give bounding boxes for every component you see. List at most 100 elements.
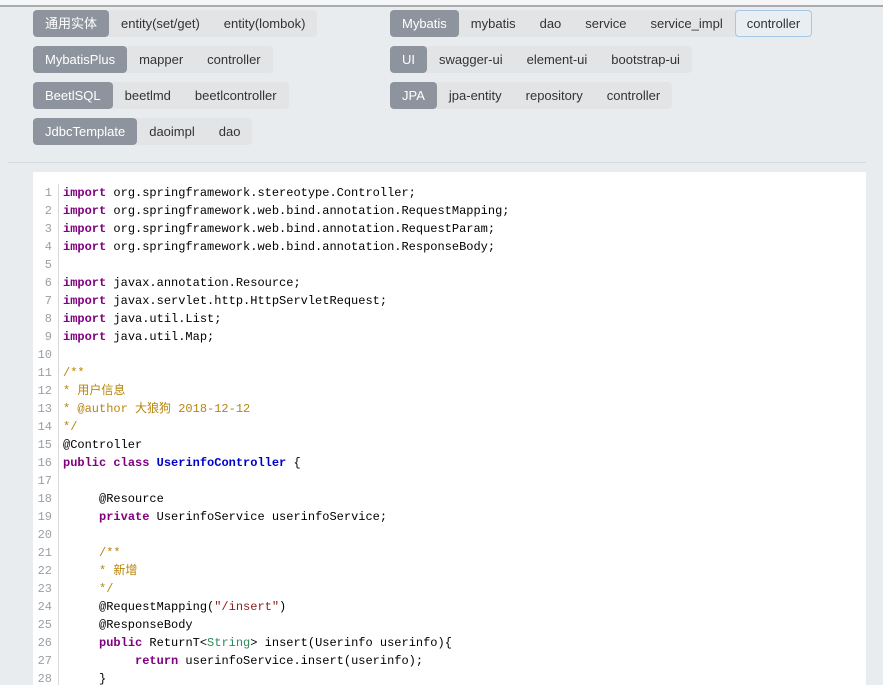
toolbar-right-column: Mybatismybatisdaoserviceservice_implcont… bbox=[390, 10, 883, 154]
code-line: 1import org.springframework.stereotype.C… bbox=[33, 184, 866, 202]
code-token: import bbox=[63, 330, 106, 344]
code-token: org.springframework.web.bind.annotation.… bbox=[106, 240, 495, 254]
code-token: */ bbox=[63, 582, 113, 596]
code-line: 5 bbox=[33, 256, 866, 274]
line-number: 16 bbox=[33, 454, 59, 472]
code-token: { bbox=[286, 456, 300, 470]
template-button-jdbctemplate-dao[interactable]: dao bbox=[207, 118, 253, 145]
template-button-jdbctemplate-daoimpl[interactable]: daoimpl bbox=[137, 118, 207, 145]
code-text bbox=[59, 256, 63, 274]
code-text bbox=[59, 472, 63, 490]
code-line: 17 bbox=[33, 472, 866, 490]
code-line: 23 */ bbox=[33, 580, 866, 598]
line-number: 13 bbox=[33, 400, 59, 418]
code-text: import javax.servlet.http.HttpServletReq… bbox=[59, 292, 387, 310]
code-generator-app: 通用实体entity(set/get)entity(lombok) Mybatis… bbox=[0, 0, 883, 685]
line-number: 22 bbox=[33, 562, 59, 580]
code-text bbox=[59, 526, 63, 544]
code-line: 8import java.util.List; bbox=[33, 310, 866, 328]
code-line: 2import org.springframework.web.bind.ann… bbox=[33, 202, 866, 220]
code-line: 7import javax.servlet.http.HttpServletRe… bbox=[33, 292, 866, 310]
template-button-ui-element-ui[interactable]: element-ui bbox=[515, 46, 600, 73]
group-label-mybatis: Mybatis bbox=[390, 10, 459, 37]
template-button-mybatis-service-impl[interactable]: service_impl bbox=[638, 10, 734, 37]
code-token: import bbox=[63, 222, 106, 236]
code-token: UserinfoService userinfoService; bbox=[149, 510, 387, 524]
template-button-mybatis-mybatis[interactable]: mybatis bbox=[459, 10, 528, 37]
code-text: public class UserinfoController { bbox=[59, 454, 301, 472]
code-line: 13 * @author 大狼狗 2018-12-12 bbox=[33, 400, 866, 418]
code-token: import bbox=[63, 276, 106, 290]
group-label-item: 通用实体 bbox=[33, 10, 109, 37]
group-items-jpa: jpa-entityrepositorycontroller bbox=[433, 82, 672, 109]
template-button-ui-swagger-ui[interactable]: swagger-ui bbox=[427, 46, 515, 73]
template-button-item-entity-lombok[interactable]: entity(lombok) bbox=[212, 10, 318, 37]
code-token: public bbox=[63, 456, 106, 470]
line-number: 21 bbox=[33, 544, 59, 562]
group-label-ui: UI bbox=[390, 46, 427, 73]
code-text: */ bbox=[59, 580, 113, 598]
code-token: org.springframework.stereotype.Controlle… bbox=[106, 186, 416, 200]
code-token bbox=[63, 636, 99, 650]
template-button-ui-bootstrap-ui[interactable]: bootstrap-ui bbox=[599, 46, 692, 73]
code-token: java.util.List; bbox=[106, 312, 221, 326]
code-token: @ResponseBody bbox=[63, 618, 193, 632]
code-token: import bbox=[63, 294, 106, 308]
code-line: 3import org.springframework.web.bind.ann… bbox=[33, 220, 866, 238]
code-text: @Resource bbox=[59, 490, 164, 508]
toolbar-separator bbox=[8, 162, 866, 163]
group-label-mybatisplus: MybatisPlus bbox=[33, 46, 127, 73]
code-token: java.util.Map; bbox=[106, 330, 214, 344]
group-items-item: entity(set/get)entity(lombok) bbox=[105, 10, 317, 37]
code-token: @RequestMapping( bbox=[63, 600, 214, 614]
line-number: 6 bbox=[33, 274, 59, 292]
line-number: 7 bbox=[33, 292, 59, 310]
code-line: 14*/ bbox=[33, 418, 866, 436]
code-text: * @author 大狼狗 2018-12-12 bbox=[59, 400, 250, 418]
line-number: 19 bbox=[33, 508, 59, 526]
template-button-mybatisplus-controller[interactable]: controller bbox=[195, 46, 272, 73]
template-button-beetlsql-beetlmd[interactable]: beetlmd bbox=[113, 82, 183, 109]
template-button-jpa-jpa-entity[interactable]: jpa-entity bbox=[437, 82, 514, 109]
group-items-jdbctemplate: daoimpldao bbox=[133, 118, 252, 145]
code-text: @Controller bbox=[59, 436, 142, 454]
line-number: 17 bbox=[33, 472, 59, 490]
code-token: import bbox=[63, 240, 106, 254]
code-token: * @author 大狼狗 2018-12-12 bbox=[63, 402, 250, 416]
code-line: 20 bbox=[33, 526, 866, 544]
template-button-item-entity-set-get[interactable]: entity(set/get) bbox=[109, 10, 212, 37]
line-number: 18 bbox=[33, 490, 59, 508]
group-items-beetlsql: beetlmdbeetlcontroller bbox=[109, 82, 289, 109]
code-line: 9import java.util.Map; bbox=[33, 328, 866, 346]
code-line: 26 public ReturnT<String> insert(Userinf… bbox=[33, 634, 866, 652]
code-editor: 1import org.springframework.stereotype.C… bbox=[33, 172, 866, 685]
template-toolbar: 通用实体entity(set/get)entity(lombok) Mybatis… bbox=[0, 7, 883, 154]
code-token: */ bbox=[63, 420, 77, 434]
code-text: private UserinfoService userinfoService; bbox=[59, 508, 387, 526]
line-number: 10 bbox=[33, 346, 59, 364]
line-number: 23 bbox=[33, 580, 59, 598]
template-button-beetlsql-beetlcontroller[interactable]: beetlcontroller bbox=[183, 82, 289, 109]
line-number: 24 bbox=[33, 598, 59, 616]
code-text: /** bbox=[59, 544, 121, 562]
template-button-jpa-repository[interactable]: repository bbox=[514, 82, 595, 109]
code-text: @RequestMapping("/insert") bbox=[59, 598, 286, 616]
code-line: 10 bbox=[33, 346, 866, 364]
template-button-jpa-controller[interactable]: controller bbox=[595, 82, 672, 109]
code-line: 28 } bbox=[33, 670, 866, 685]
template-button-mybatisplus-mapper[interactable]: mapper bbox=[127, 46, 195, 73]
code-token: org.springframework.web.bind.annotation.… bbox=[106, 204, 509, 218]
line-number: 5 bbox=[33, 256, 59, 274]
code-text: /** bbox=[59, 364, 85, 382]
code-token: import bbox=[63, 186, 106, 200]
template-button-mybatis-service[interactable]: service bbox=[573, 10, 638, 37]
code-line: 11/** bbox=[33, 364, 866, 382]
template-button-mybatis-controller[interactable]: controller bbox=[735, 10, 812, 37]
code-text: import java.util.List; bbox=[59, 310, 221, 328]
template-button-mybatis-dao[interactable]: dao bbox=[528, 10, 574, 37]
code-text: } bbox=[59, 670, 106, 685]
code-text: */ bbox=[59, 418, 77, 436]
code-token bbox=[63, 510, 99, 524]
top-strip bbox=[0, 0, 883, 7]
line-number: 12 bbox=[33, 382, 59, 400]
